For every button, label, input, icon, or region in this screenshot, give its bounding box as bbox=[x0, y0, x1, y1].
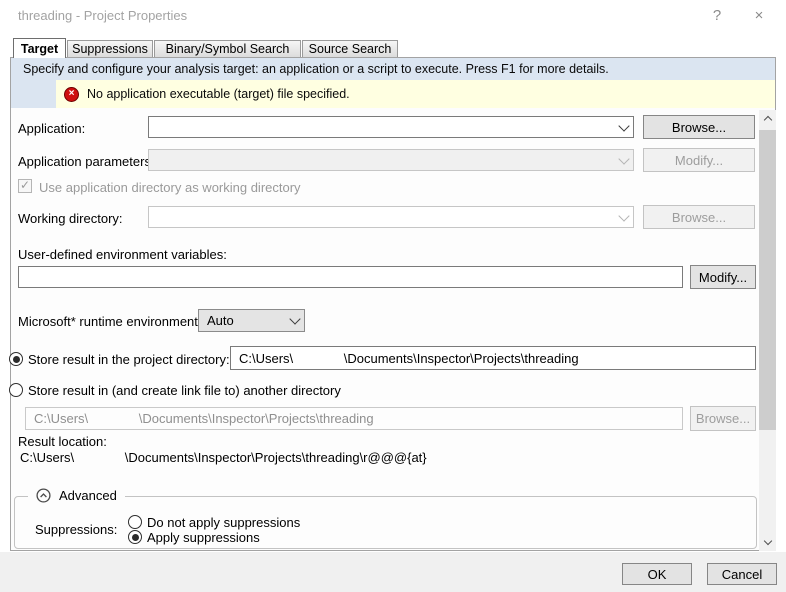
collapse-icon[interactable] bbox=[36, 488, 51, 503]
advanced-group bbox=[14, 496, 757, 549]
application-label: Application: bbox=[18, 121, 85, 136]
close-icon: × bbox=[755, 7, 764, 24]
runtime-env-value: Auto bbox=[207, 310, 234, 331]
advanced-label: Advanced bbox=[59, 488, 117, 503]
tab-suppressions[interactable]: Suppressions bbox=[67, 40, 153, 57]
working-directory-browse-button: Browse... bbox=[643, 205, 755, 229]
help-button[interactable]: ? bbox=[702, 4, 732, 26]
warning-text: No application executable (target) file … bbox=[87, 87, 350, 101]
store-other-label: Store result in (and create link file to… bbox=[28, 383, 341, 398]
chevron-down-icon[interactable] bbox=[285, 310, 304, 331]
chevron-down-icon bbox=[763, 537, 771, 545]
use-app-dir-label: Use application directory as working dir… bbox=[39, 180, 301, 195]
advanced-toggle[interactable]: Advanced bbox=[28, 488, 125, 503]
tab-binary-symbol-search[interactable]: Binary/Symbol Search bbox=[154, 40, 301, 57]
store-project-label: Store result in the project directory: bbox=[28, 352, 230, 367]
ok-button[interactable]: OK bbox=[622, 563, 692, 585]
runtime-env-combobox[interactable]: Auto bbox=[198, 309, 305, 332]
tab-target[interactable]: Target bbox=[13, 38, 66, 58]
info-text: Specify and configure your analysis targ… bbox=[23, 62, 609, 76]
suppressions-radio-apply[interactable] bbox=[128, 530, 142, 544]
store-other-browse-button: Browse... bbox=[690, 406, 756, 431]
suppressions-apply-label: Apply suppressions bbox=[147, 530, 260, 545]
store-other-radio[interactable] bbox=[9, 383, 23, 397]
info-bar-left bbox=[11, 80, 56, 108]
suppressions-do-not-apply-label: Do not apply suppressions bbox=[147, 515, 300, 530]
result-location-label: Result location: bbox=[18, 434, 107, 449]
use-app-dir-checkbox: ✓ bbox=[18, 179, 32, 193]
store-project-radio[interactable] bbox=[9, 352, 23, 366]
scroll-down-button[interactable] bbox=[759, 534, 776, 551]
chevron-down-icon[interactable] bbox=[614, 117, 633, 137]
working-directory-combobox bbox=[148, 206, 634, 228]
application-parameters-combobox bbox=[148, 149, 634, 171]
application-browse-button[interactable]: Browse... bbox=[643, 115, 755, 139]
footer-bar: OK Cancel bbox=[0, 552, 786, 592]
scroll-up-button[interactable] bbox=[759, 110, 776, 127]
warning-bar: × No application executable (target) fil… bbox=[56, 80, 775, 108]
help-icon: ? bbox=[713, 7, 721, 24]
vertical-scrollbar[interactable] bbox=[759, 110, 776, 551]
chevron-down-icon bbox=[614, 207, 633, 227]
runtime-env-label: Microsoft* runtime environment: bbox=[18, 314, 202, 329]
store-other-path-field: C:\Users\ \Documents\Inspector\Projects\… bbox=[25, 407, 683, 430]
working-directory-label: Working directory: bbox=[18, 211, 123, 226]
suppressions-radio-do-not-apply[interactable] bbox=[128, 515, 142, 529]
env-vars-field[interactable] bbox=[18, 266, 683, 288]
suppressions-label: Suppressions: bbox=[35, 522, 117, 537]
application-parameters-label: Application parameters: bbox=[18, 154, 155, 169]
result-location-path: C:\Users\ \Documents\Inspector\Projects\… bbox=[20, 450, 427, 465]
scrollbar-thumb[interactable] bbox=[759, 130, 776, 430]
chevron-down-icon bbox=[614, 150, 633, 170]
store-project-path-field[interactable]: C:\Users\ \Documents\Inspector\Projects\… bbox=[230, 346, 756, 370]
project-properties-dialog: threading - Project Properties ? × Targe… bbox=[0, 0, 786, 592]
env-vars-modify-button[interactable]: Modify... bbox=[690, 265, 756, 289]
tab-source-search[interactable]: Source Search bbox=[302, 40, 398, 57]
cancel-button[interactable]: Cancel bbox=[707, 563, 777, 585]
info-bar: Specify and configure your analysis targ… bbox=[11, 58, 775, 80]
window-title: threading - Project Properties bbox=[18, 8, 187, 23]
close-button[interactable]: × bbox=[744, 4, 774, 26]
title-bar: threading - Project Properties ? × bbox=[0, 0, 786, 30]
error-icon: × bbox=[64, 87, 79, 102]
env-vars-label: User-defined environment variables: bbox=[18, 247, 227, 262]
check-icon: ✓ bbox=[20, 179, 30, 191]
application-combobox[interactable] bbox=[148, 116, 634, 138]
chevron-up-icon bbox=[763, 116, 771, 124]
application-parameters-modify-button: Modify... bbox=[643, 148, 755, 172]
